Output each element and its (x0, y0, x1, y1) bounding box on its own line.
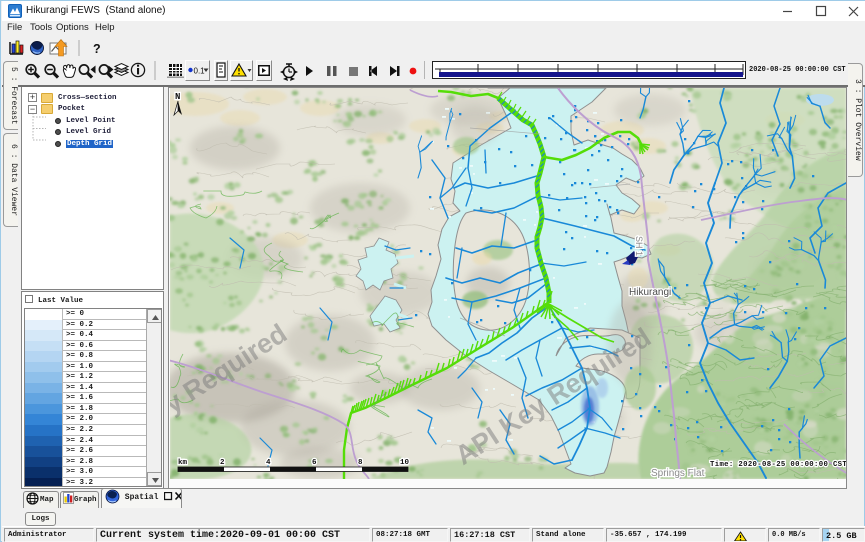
svg-text:SH 1: SH 1 (634, 236, 644, 256)
svg-text:Time: 2020-08-25 00:00:00 CST: Time: 2020-08-25 00:00:00 CST (710, 461, 846, 469)
svg-text:Springs Flat: Springs Flat (651, 468, 705, 479)
svg-text:2: 2 (220, 459, 225, 467)
svg-text:8: 8 (358, 459, 363, 467)
svg-text:4: 4 (266, 459, 271, 467)
svg-text:N: N (175, 92, 180, 102)
svg-text:0.1: 0.1 (194, 67, 206, 76)
svg-text:6: 6 (312, 459, 317, 467)
svg-text:?: ? (93, 42, 101, 56)
svg-text:10: 10 (400, 459, 410, 467)
svg-text:Hikurangi: Hikurangi (629, 287, 671, 298)
svg-text:km: km (178, 459, 188, 467)
